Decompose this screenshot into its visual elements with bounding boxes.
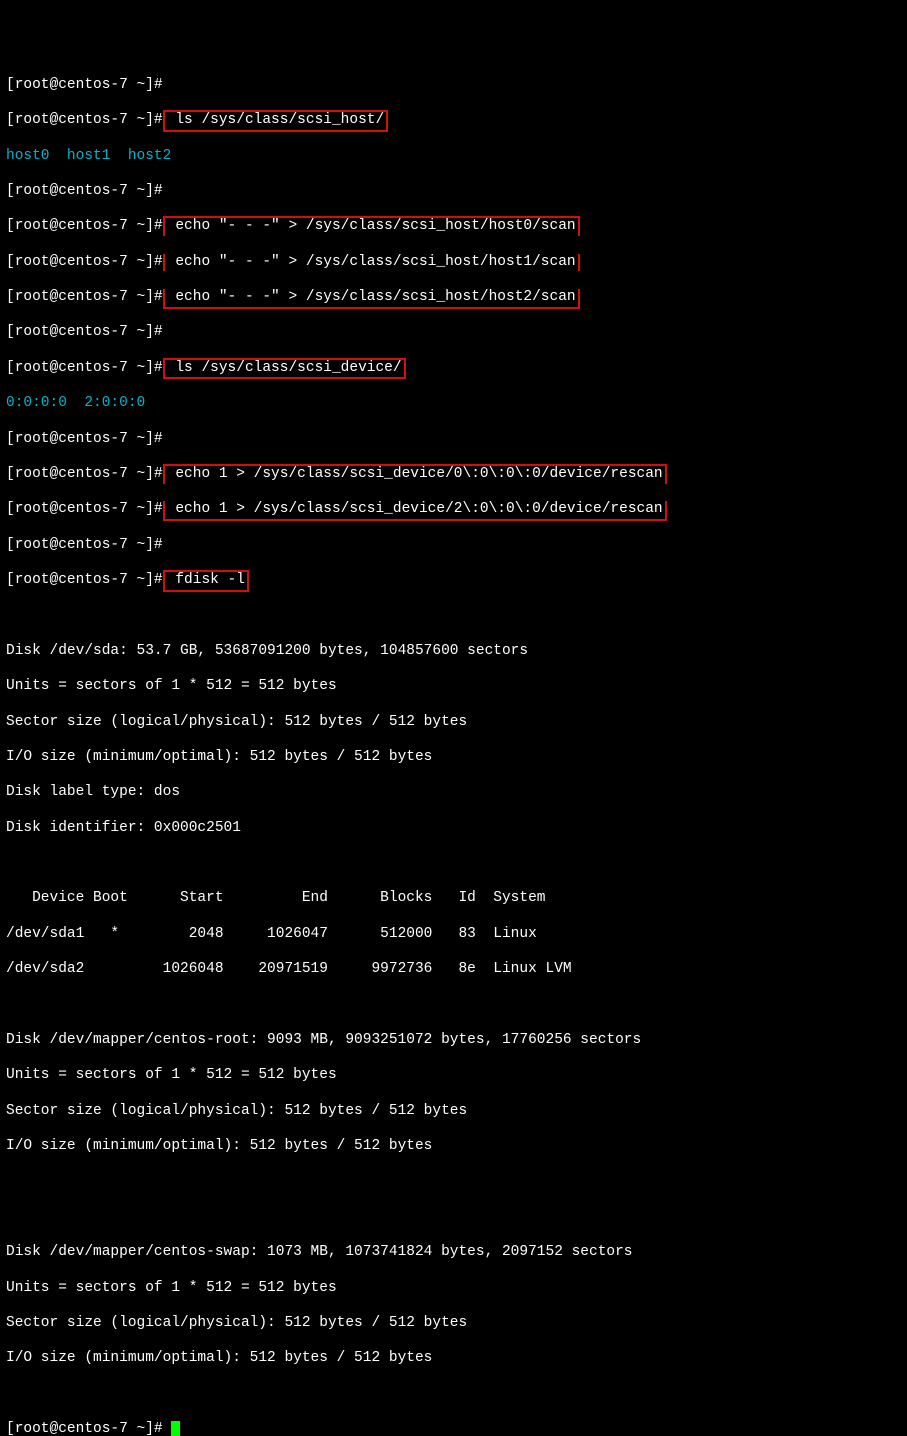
partition-row: /dev/sda2 1026048 20971519 9972736 8e Li… xyxy=(6,961,901,979)
command-text: echo 1 > /sys/class/scsi_device/0\:0\:0\… xyxy=(167,466,663,482)
blank-line xyxy=(6,1209,901,1227)
terminal-line: [root@centos-7 ~]# echo "- - -" > /sys/c… xyxy=(6,289,901,307)
prompt: [root@centos-7 ~]# xyxy=(6,324,163,340)
highlight-cmd-ls-scsi-device: ls /sys/class/scsi_device/ xyxy=(163,358,406,380)
prompt: [root@centos-7 ~]# xyxy=(6,254,163,270)
terminal-line: [root@centos-7 ~]# xyxy=(6,183,901,201)
cursor xyxy=(171,1421,180,1436)
fdisk-output: Sector size (logical/physical): 512 byte… xyxy=(6,1315,901,1333)
prompt: [root@centos-7 ~]# xyxy=(6,183,163,199)
prompt: [root@centos-7 ~]# xyxy=(6,77,163,93)
terminal-line: [root@centos-7 ~]# echo "- - -" > /sys/c… xyxy=(6,218,901,236)
command-text: fdisk -l xyxy=(167,572,245,588)
highlight-cmd-echo-host1: echo "- - -" > /sys/class/scsi_host/host… xyxy=(163,254,580,272)
prompt: [root@centos-7 ~]# xyxy=(6,360,163,376)
output-devices: 0:0:0:0 2:0:0:0 xyxy=(6,395,901,413)
terminal-line: [root@centos-7 ~]# xyxy=(6,537,901,555)
fdisk-output: Disk /dev/sda: 53.7 GB, 53687091200 byte… xyxy=(6,643,901,661)
prompt: [root@centos-7 ~]# xyxy=(6,466,163,482)
output-hosts: host0 host1 host2 xyxy=(6,148,901,166)
partition-header: Device Boot Start End Blocks Id System xyxy=(6,890,901,908)
command-text: ls /sys/class/scsi_device/ xyxy=(167,360,402,376)
terminal-line: [root@centos-7 ~]# fdisk -l xyxy=(6,572,901,590)
fdisk-output: Disk label type: dos xyxy=(6,784,901,802)
fdisk-output: Units = sectors of 1 * 512 = 512 bytes xyxy=(6,1067,901,1085)
blank-line xyxy=(6,997,901,1015)
fdisk-output: I/O size (minimum/optimal): 512 bytes / … xyxy=(6,749,901,767)
terminal-line: [root@centos-7 ~]# xyxy=(6,431,901,449)
prompt: [root@centos-7 ~]# xyxy=(6,289,163,305)
fdisk-output: Disk /dev/mapper/centos-root: 9093 MB, 9… xyxy=(6,1032,901,1050)
fdisk-output: Disk /dev/mapper/centos-swap: 1073 MB, 1… xyxy=(6,1244,901,1262)
fdisk-output: Sector size (logical/physical): 512 byte… xyxy=(6,1103,901,1121)
highlight-cmd-rescan-2: echo 1 > /sys/class/scsi_device/2\:0\:0\… xyxy=(163,501,667,521)
prompt: [root@centos-7 ~]# xyxy=(6,572,163,588)
terminal-line: [root@centos-7 ~]# xyxy=(6,324,901,342)
command-text: echo 1 > /sys/class/scsi_device/2\:0\:0\… xyxy=(167,501,663,517)
terminal-line: [root@centos-7 ~]# echo 1 > /sys/class/s… xyxy=(6,501,901,519)
blank-line xyxy=(6,1386,901,1404)
terminal-line[interactable]: [root@centos-7 ~]# xyxy=(6,1421,901,1436)
terminal-line: [root@centos-7 ~]# ls /sys/class/scsi_ho… xyxy=(6,112,901,130)
fdisk-output: Disk identifier: 0x000c2501 xyxy=(6,820,901,838)
blank-line xyxy=(6,855,901,873)
partition-row: /dev/sda1 * 2048 1026047 512000 83 Linux xyxy=(6,926,901,944)
prompt: [root@centos-7 ~]# xyxy=(6,1421,163,1436)
highlight-cmd-echo-host0: echo "- - -" > /sys/class/scsi_host/host… xyxy=(163,216,580,236)
terminal-line: [root@centos-7 ~]# ls /sys/class/scsi_de… xyxy=(6,360,901,378)
command-text: echo "- - -" > /sys/class/scsi_host/host… xyxy=(167,254,576,270)
blank-line xyxy=(6,607,901,625)
highlight-cmd-rescan-0: echo 1 > /sys/class/scsi_device/0\:0\:0\… xyxy=(163,464,667,484)
terminal-line: [root@centos-7 ~]# echo 1 > /sys/class/s… xyxy=(6,466,901,484)
fdisk-output: I/O size (minimum/optimal): 512 bytes / … xyxy=(6,1138,901,1156)
highlight-cmd-echo-host2: echo "- - -" > /sys/class/scsi_host/host… xyxy=(163,289,580,309)
fdisk-output: Sector size (logical/physical): 512 byte… xyxy=(6,714,901,732)
fdisk-output: I/O size (minimum/optimal): 512 bytes / … xyxy=(6,1350,901,1368)
highlight-cmd-fdisk: fdisk -l xyxy=(163,570,249,592)
command-text: echo "- - -" > /sys/class/scsi_host/host… xyxy=(167,218,576,234)
fdisk-output: Units = sectors of 1 * 512 = 512 bytes xyxy=(6,1280,901,1298)
prompt: [root@centos-7 ~]# xyxy=(6,218,163,234)
fdisk-output: Units = sectors of 1 * 512 = 512 bytes xyxy=(6,678,901,696)
prompt: [root@centos-7 ~]# xyxy=(6,112,163,128)
terminal-line: [root@centos-7 ~]# xyxy=(6,77,901,95)
prompt: [root@centos-7 ~]# xyxy=(6,537,163,553)
command-text: echo "- - -" > /sys/class/scsi_host/host… xyxy=(167,289,576,305)
terminal-line: [root@centos-7 ~]# echo "- - -" > /sys/c… xyxy=(6,254,901,272)
prompt: [root@centos-7 ~]# xyxy=(6,501,163,517)
command-text: ls /sys/class/scsi_host/ xyxy=(167,112,385,128)
highlight-cmd-ls-scsi-host: ls /sys/class/scsi_host/ xyxy=(163,110,389,132)
blank-line xyxy=(6,1173,901,1191)
prompt: [root@centos-7 ~]# xyxy=(6,431,163,447)
